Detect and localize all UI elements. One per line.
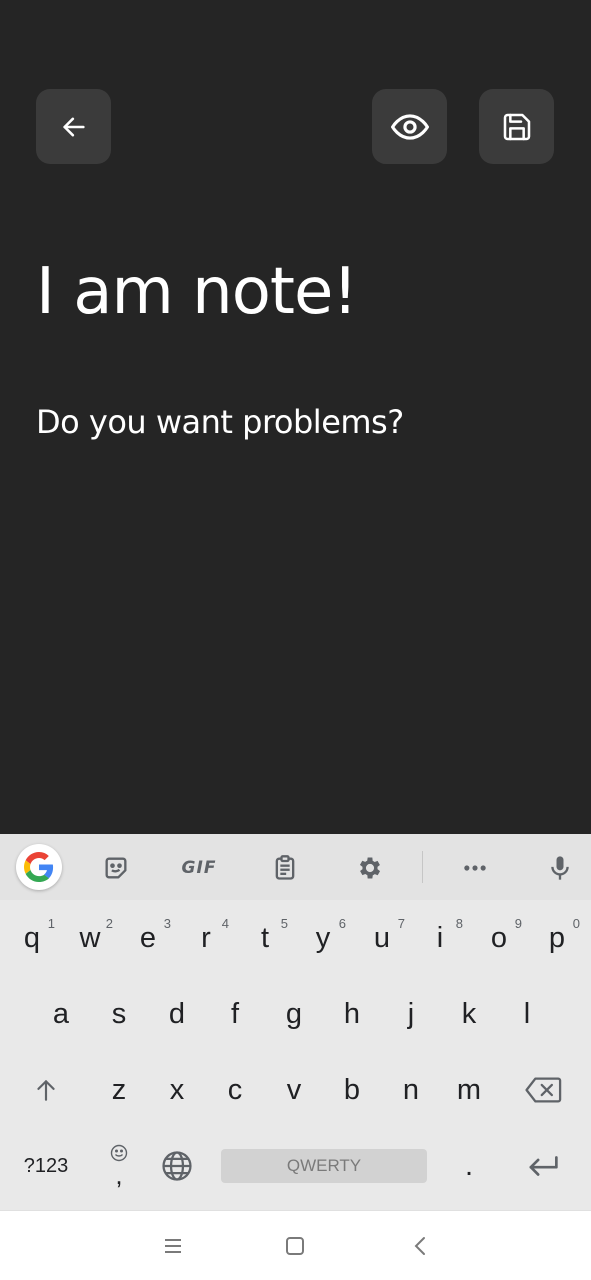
google-logo-icon: [24, 852, 54, 882]
save-button[interactable]: [479, 89, 554, 164]
globe-icon: [162, 1151, 192, 1181]
soft-keyboard: GIF q1 w2 e3 r 4 t 5 y 6 u 7 i 8 o 9 p 0…: [0, 834, 591, 1210]
recent-apps-button[interactable]: [158, 1231, 188, 1261]
system-navigation-bar: [0, 1210, 591, 1280]
key-s[interactable]: s: [90, 982, 148, 1046]
backspace-key[interactable]: [514, 1058, 572, 1122]
key-a[interactable]: a: [32, 982, 90, 1046]
space-bar[interactable]: QWERTY: [221, 1149, 427, 1183]
period-key[interactable]: .: [440, 1134, 498, 1198]
enter-arrow-icon: [529, 1156, 558, 1176]
key-m[interactable]: m: [440, 1058, 498, 1122]
chevron-left-icon: [414, 1237, 425, 1255]
clipboard-icon: [275, 855, 295, 880]
shift-arrow-icon: [37, 1080, 55, 1101]
key-o[interactable]: o9: [470, 906, 528, 970]
key-hint: 2: [105, 916, 113, 931]
square-icon: [286, 1237, 304, 1255]
key-l[interactable]: l: [498, 982, 556, 1046]
key-hint: 1: [47, 916, 55, 931]
keyboard-toolbar: GIF: [0, 834, 591, 900]
key-p[interactable]: p0: [528, 906, 586, 970]
enter-key[interactable]: [514, 1134, 572, 1198]
key-hint: 4: [221, 916, 229, 931]
settings-button[interactable]: [348, 846, 392, 890]
comma-label: ,: [115, 1160, 123, 1190]
key-label: e: [139, 921, 157, 954]
key-label: r: [201, 921, 211, 954]
symbols-key[interactable]: ?123: [17, 1134, 75, 1198]
note-body-field[interactable]: Do you want problems?: [36, 403, 404, 441]
home-button[interactable]: [280, 1231, 310, 1261]
key-n[interactable]: n: [382, 1058, 440, 1122]
language-key[interactable]: [148, 1134, 206, 1198]
arrow-left-icon: [62, 117, 85, 136]
clipboard-button[interactable]: [263, 846, 307, 890]
key-b[interactable]: b: [323, 1058, 381, 1122]
toolbar-divider: [422, 851, 423, 883]
note-title-field[interactable]: I am note!: [36, 255, 358, 329]
eye-icon: [390, 113, 429, 140]
google-button[interactable]: [16, 844, 62, 890]
key-hint: 5: [280, 916, 288, 931]
shift-key[interactable]: [17, 1058, 75, 1122]
key-q[interactable]: q1: [3, 906, 61, 970]
key-r[interactable]: r4: [177, 906, 235, 970]
key-c[interactable]: c: [206, 1058, 264, 1122]
key-g[interactable]: g: [265, 982, 323, 1046]
sticker-icon: [105, 857, 127, 879]
voice-input-button[interactable]: [538, 846, 582, 890]
gif-button[interactable]: GIF: [177, 846, 221, 890]
key-h[interactable]: h: [323, 982, 381, 1046]
key-label: u: [373, 921, 391, 954]
key-f[interactable]: f: [206, 982, 264, 1046]
key-label: i: [436, 921, 444, 954]
backspace-icon: [525, 1077, 562, 1103]
key-d[interactable]: d: [148, 982, 206, 1046]
key-y[interactable]: y6: [294, 906, 352, 970]
key-hint: 9: [514, 916, 522, 931]
key-w[interactable]: w2: [61, 906, 119, 970]
key-j[interactable]: j: [382, 982, 440, 1046]
key-v[interactable]: v: [265, 1058, 323, 1122]
system-back-button[interactable]: [405, 1231, 435, 1261]
key-u[interactable]: u7: [353, 906, 411, 970]
key-label: p: [548, 921, 566, 954]
microphone-icon: [551, 856, 569, 880]
key-label: y: [315, 921, 331, 954]
key-hint: 0: [572, 916, 580, 931]
back-button[interactable]: [36, 89, 111, 164]
key-hint: 7: [397, 916, 405, 931]
key-t[interactable]: t5: [236, 906, 294, 970]
gear-icon: [359, 857, 381, 879]
more-options-button[interactable]: [453, 846, 497, 890]
key-hint: 6: [338, 916, 346, 931]
preview-button[interactable]: [372, 89, 447, 164]
key-k[interactable]: k: [440, 982, 498, 1046]
more-horizontal-icon: [464, 865, 486, 871]
floppy-disk-icon: [503, 113, 530, 140]
key-e[interactable]: e3: [119, 906, 177, 970]
note-editor-screen: I am note! Do you want problems?: [0, 0, 591, 834]
key-label: t: [260, 921, 270, 954]
sticker-button[interactable]: [94, 846, 138, 890]
key-hint: 8: [455, 916, 463, 931]
gif-label: GIF: [181, 858, 217, 878]
key-i[interactable]: i8: [411, 906, 469, 970]
key-label: w: [79, 921, 101, 954]
key-hint: 3: [163, 916, 171, 931]
key-z[interactable]: z: [90, 1058, 148, 1122]
key-label: o: [490, 921, 508, 954]
menu-lines-icon: [165, 1239, 181, 1253]
key-label: q: [23, 921, 41, 954]
emoji-comma-key[interactable]: ,: [90, 1134, 148, 1198]
key-x[interactable]: x: [148, 1058, 206, 1122]
